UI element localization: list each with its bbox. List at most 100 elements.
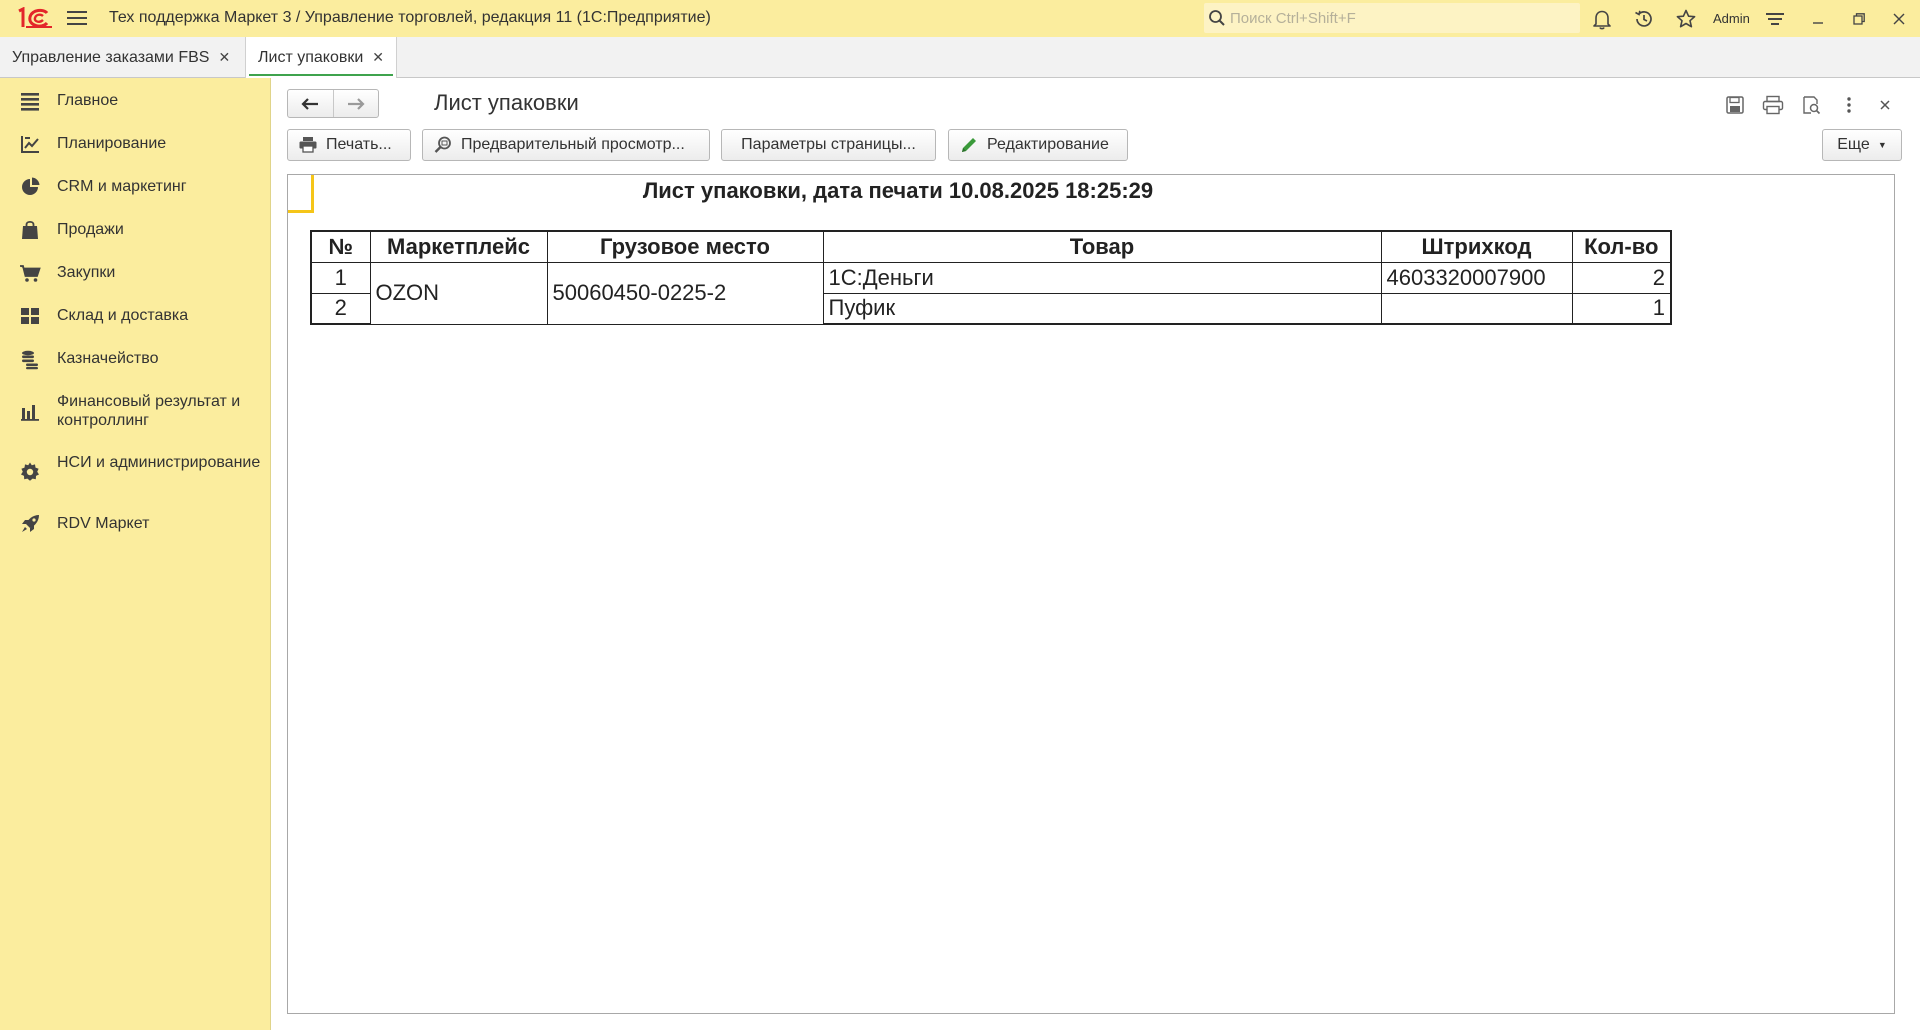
restore-icon (1853, 13, 1865, 25)
preview-icon-button[interactable] (1798, 92, 1824, 118)
tab-fbs-orders[interactable]: Управление заказами FBS ✕ (0, 37, 242, 78)
arrow-right-icon (347, 97, 365, 110)
sidebar-item-purchases[interactable]: Закупки (0, 261, 271, 293)
close-tab-icon[interactable]: ✕ (218, 49, 230, 66)
global-search[interactable] (1204, 3, 1580, 33)
sidebar-item-treasury[interactable]: Казначейство (0, 347, 271, 379)
more-actions-button[interactable] (1836, 92, 1862, 118)
preview-button-label: Предварительный просмотр... (461, 136, 685, 153)
more-button[interactable]: Еще ▼ (1822, 129, 1902, 161)
history-button[interactable] (1631, 6, 1657, 32)
main-menu-icon[interactable] (66, 9, 88, 27)
packing-table: № Маркетплейс Грузовое место Товар Штрих… (310, 230, 1672, 325)
close-window-button[interactable] (1886, 6, 1912, 32)
sidebar-item-planning[interactable]: Планирование (0, 132, 271, 164)
cargo-place-cell: 50060450-0225-2 (546, 261, 824, 325)
save-button[interactable] (1722, 92, 1748, 118)
menu-lines-icon (21, 93, 39, 111)
title-bar: Тех поддержка Маркет 3 / Управление торг… (0, 0, 1920, 37)
table-row: 1 OZON 50060450-0225-2 1С:Деньги 4603320… (310, 261, 1672, 325)
magnifier-page-icon (434, 136, 451, 153)
row-number: 1 (310, 261, 371, 294)
open-windows-tabs: Управление заказами FBS ✕ Лист упаковки … (0, 37, 1920, 78)
packing-list-form: Лист упаковки Печать... Предварительный … (272, 78, 1920, 1030)
chevron-down-icon: ▼ (1877, 140, 1887, 150)
star-icon (1676, 9, 1696, 28)
sidebar-item-label: НСИ и администрирование (57, 454, 261, 471)
edit-button[interactable]: Редактирование (948, 129, 1128, 161)
sidebar-item-label: Закупки (57, 264, 116, 281)
user-name[interactable]: Admin (1713, 11, 1750, 26)
sidebar-item-financial-result[interactable]: Финансовый результат и контроллинг (0, 390, 271, 440)
sidebar-item-label: Главное (57, 92, 119, 109)
table-header-row: № Маркетплейс Грузовое место Товар Штрих… (310, 230, 1672, 263)
pencil-icon (962, 138, 976, 152)
restore-button[interactable] (1846, 6, 1872, 32)
search-input[interactable] (1230, 7, 1570, 29)
planning-chart-icon (21, 136, 39, 153)
minimize-icon (1813, 22, 1823, 24)
column-header-cargo-place: Грузовое место (546, 230, 824, 263)
print-preview-icon (1803, 96, 1821, 115)
sidebar-item-warehouse[interactable]: Склад и доставка (0, 304, 271, 336)
tab-label: Лист упаковки (258, 48, 364, 66)
settings-menu-button[interactable] (1762, 6, 1788, 32)
close-icon (1880, 100, 1890, 110)
sidebar-item-label: Склад и доставка (57, 307, 189, 324)
sidebar-item-label: Продажи (57, 221, 124, 238)
1c-logo-icon[interactable] (14, 7, 54, 29)
edit-button-label: Редактирование (987, 136, 1109, 153)
sidebar-item-label: Планирование (57, 135, 167, 152)
filter-lines-icon (1766, 13, 1784, 25)
notifications-button[interactable] (1589, 6, 1615, 32)
column-header-product: Товар (822, 230, 1382, 263)
save-icon (1726, 96, 1744, 114)
coins-icon (22, 350, 38, 370)
row-number: 2 (310, 292, 371, 325)
favorites-button[interactable] (1673, 6, 1699, 32)
marketplace-cell: OZON (369, 261, 548, 325)
tab-packing-list[interactable]: Лист упаковки ✕ (245, 37, 398, 78)
vertical-dots-icon (1847, 97, 1851, 113)
sections-panel: Главное Планирование CRM и маркетинг Про… (0, 78, 271, 1030)
print-icon-button[interactable] (1760, 92, 1786, 118)
back-button[interactable] (288, 90, 333, 117)
minimize-button[interactable] (1805, 6, 1831, 32)
report-title: Лист упаковки, дата печати 10.08.2025 18… (642, 178, 1154, 203)
quantity-cell: 1 (1571, 292, 1672, 325)
print-button[interactable]: Печать... (287, 129, 411, 161)
app-title: Тех поддержка Маркет 3 / Управление торг… (109, 9, 711, 26)
sidebar-item-sales[interactable]: Продажи (0, 218, 271, 250)
tab-label: Управление заказами FBS (12, 48, 210, 66)
barcode-cell (1380, 292, 1573, 325)
spreadsheet-document[interactable]: Лист упаковки, дата печати 10.08.2025 18… (287, 174, 1895, 1014)
column-header-quantity: Кол-во (1571, 230, 1672, 263)
close-tab-icon[interactable]: ✕ (372, 49, 384, 66)
bar-chart-icon (21, 405, 39, 421)
product-cell: Пуфик (822, 292, 1382, 325)
close-form-button[interactable] (1872, 92, 1898, 118)
warehouse-icon (21, 308, 39, 324)
sidebar-item-label: RDV Маркет (57, 515, 150, 532)
navigation-buttons (287, 89, 379, 118)
column-header-marketplace: Маркетплейс (369, 230, 548, 263)
page-params-button[interactable]: Параметры страницы... (721, 129, 936, 161)
barcode-cell: 4603320007900 (1380, 261, 1573, 294)
bell-icon (1593, 10, 1611, 30)
preview-button[interactable]: Предварительный просмотр... (422, 129, 710, 161)
sidebar-item-main[interactable]: Главное (0, 89, 271, 121)
sidebar-item-rdv-market[interactable]: RDV Маркет (0, 512, 271, 544)
column-header-number: № (310, 230, 371, 263)
forward-button[interactable] (332, 90, 378, 117)
pie-chart-icon (22, 177, 40, 195)
rocket-icon (22, 515, 39, 532)
search-icon (1209, 10, 1225, 26)
sidebar-item-admin[interactable]: НСИ и администрирование (0, 451, 271, 501)
shopping-bag-icon (22, 220, 38, 239)
history-icon (1635, 10, 1652, 27)
cart-icon (20, 265, 41, 282)
sidebar-item-crm[interactable]: CRM и маркетинг (0, 175, 271, 207)
column-header-barcode: Штрихкод (1380, 230, 1573, 263)
quantity-cell: 2 (1571, 261, 1672, 294)
gear-icon (21, 462, 39, 481)
